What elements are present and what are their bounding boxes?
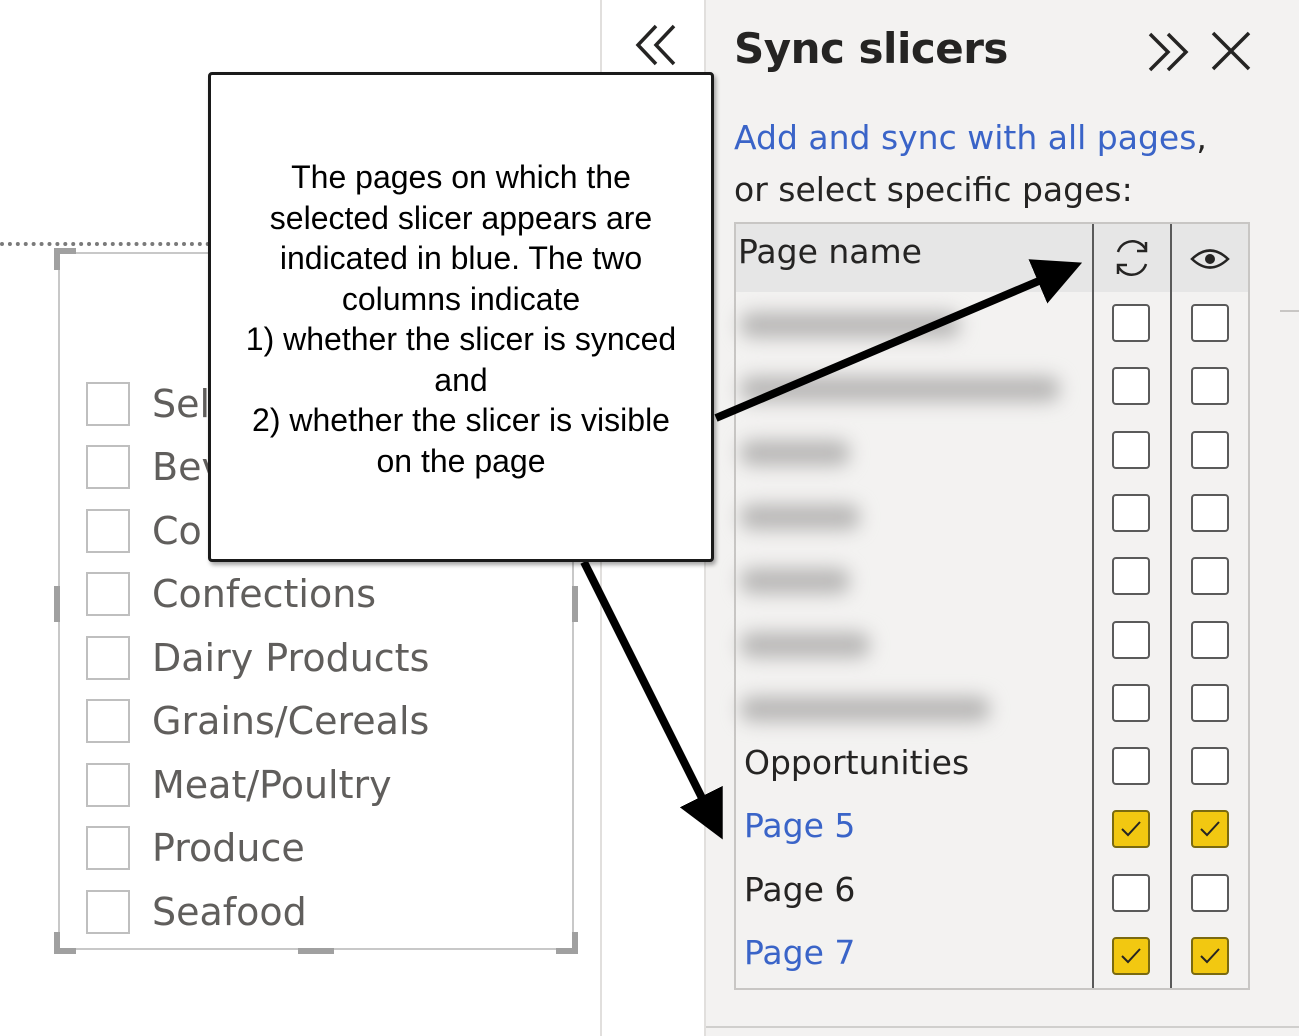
callout-text: The pages on which the selected slicer ap… (221, 157, 701, 481)
callout-line: columns indicate (341, 280, 581, 317)
callout-line: indicated in blue. The two (279, 240, 643, 276)
callout-line: selected slicer appears are (269, 199, 653, 236)
annotation-callout: The pages on which the selected slicer ap… (208, 72, 714, 562)
arrow-to-column-headers (714, 259, 1083, 422)
callout-line: and (434, 361, 488, 398)
callout-line: 2) whether the slicer is visible (252, 402, 670, 438)
arrow-to-selected-pages (580, 560, 723, 840)
callout-line: 1) whether the slicer is synced (245, 321, 677, 357)
callout-line: The pages on which the (291, 159, 631, 195)
callout-line: on the page (376, 442, 546, 479)
